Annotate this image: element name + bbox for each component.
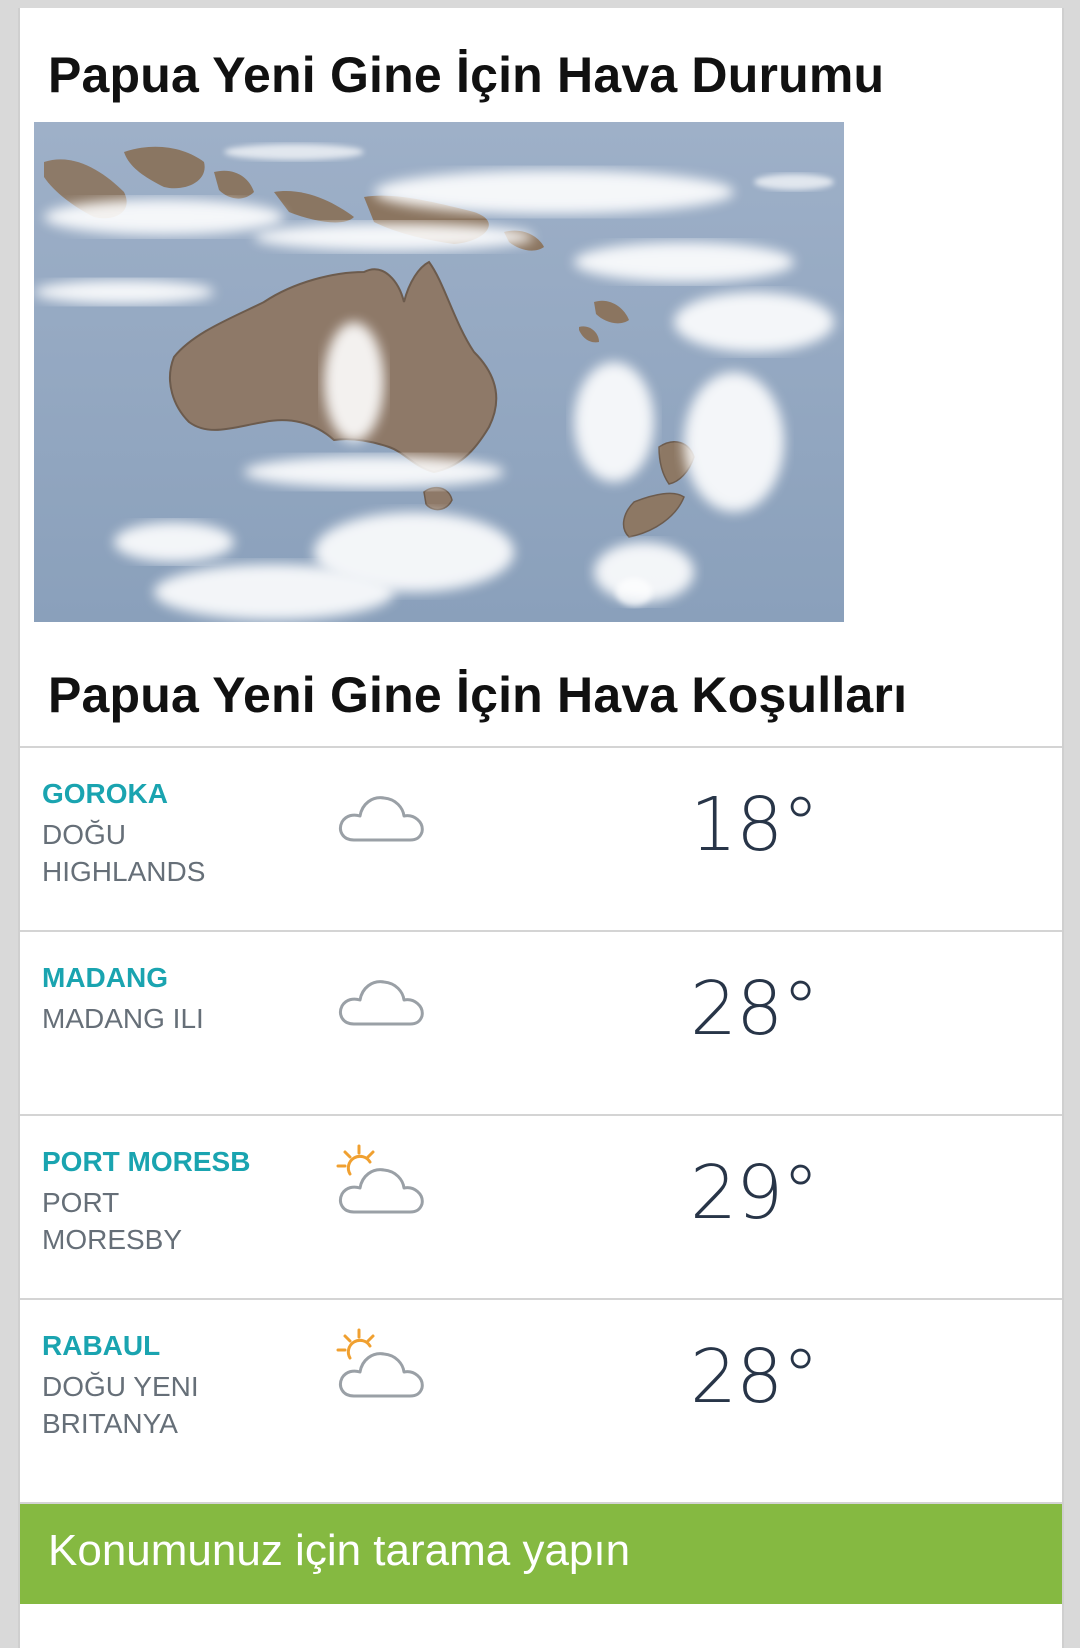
region-name: DOĞU YENI BRITANYA [42,1371,199,1439]
cloud-icon [339,980,424,1026]
locations-list: GOROKA DOĞU HIGHLANDS 18° MADANG MADANG … [20,746,1062,1482]
partly-sunny-icon [336,1328,424,1398]
city-name[interactable]: RABAUL [42,1330,160,1362]
temperature: 28° [690,1334,819,1420]
satellite-map[interactable] [34,122,844,622]
temperature: 29° [690,1150,819,1236]
location-row[interactable]: GOROKA DOĞU HIGHLANDS 18° [20,746,1062,930]
location-row[interactable]: PORT MORESB PORT MORESBY 29° [20,1114,1062,1298]
temperature: 28° [690,966,819,1052]
region-name: DOĞU HIGHLANDS [42,819,206,887]
location-row[interactable]: RABAUL DOĞU YENI BRITANYA 28° [20,1298,1062,1482]
city-name[interactable]: PORT MORESB [42,1146,250,1178]
conditions-section-title: Papua Yeni Gine İçin Hava Koşulları [48,667,908,723]
region-name: PORT MORESBY [42,1187,183,1255]
city-name[interactable]: MADANG [42,962,168,994]
cloud-icon [339,796,424,842]
partly-sunny-icon [336,1144,424,1214]
location-row[interactable]: MADANG MADANG ILI 28° [20,930,1062,1114]
temperature: 18° [690,782,819,868]
satellite-map-image [34,122,844,622]
city-name[interactable]: GOROKA [42,778,168,810]
scan-location-button[interactable]: Konumunuz için tarama yapın [20,1502,1062,1604]
weather-page: Papua Yeni Gine İçin Hava Durumu Papua Y… [18,8,1064,1648]
region-name: MADANG ILI [42,1003,204,1034]
scan-location-label: Konumunuz için tarama yapın [48,1526,631,1575]
map-section-title: Papua Yeni Gine İçin Hava Durumu [48,47,885,103]
